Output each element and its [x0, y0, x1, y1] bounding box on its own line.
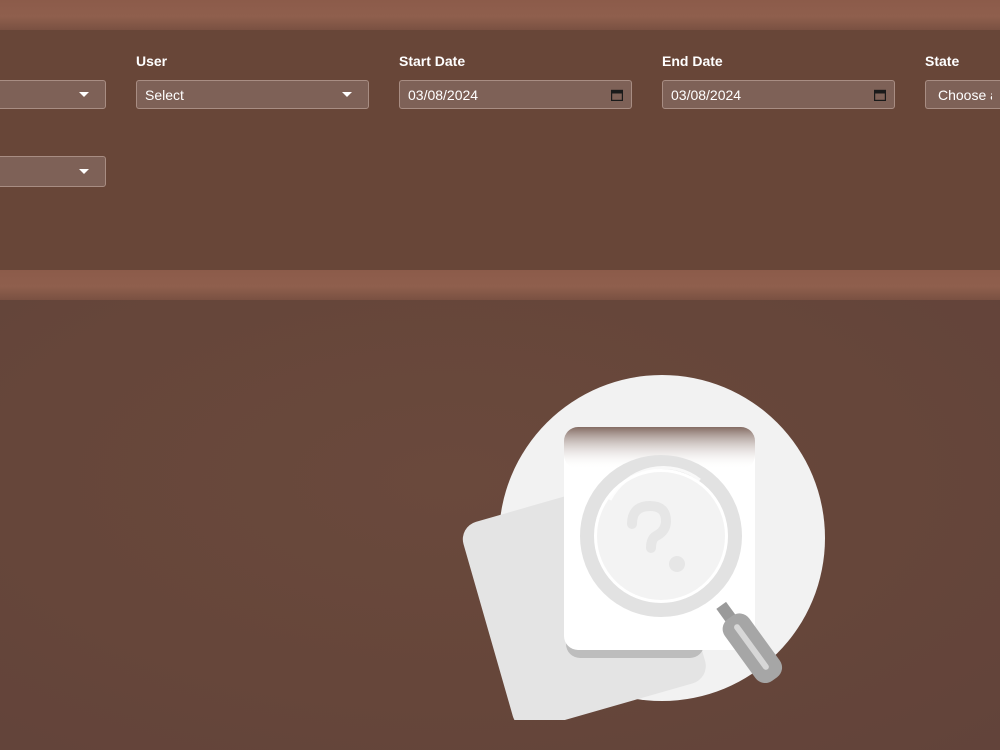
end-date-value: 03/08/2024 — [671, 86, 742, 103]
calendar-icon[interactable] — [874, 89, 886, 101]
first-filter-dropdown[interactable] — [0, 80, 106, 109]
user-select-value: Select — [145, 86, 184, 103]
user-select[interactable]: Select — [136, 80, 369, 109]
start-date-value: 03/08/2024 — [408, 86, 479, 103]
user-label: User — [136, 53, 168, 69]
state-select-value: Choose a — [938, 86, 992, 103]
chevron-down-icon — [342, 92, 352, 97]
top-header-band — [0, 0, 1000, 30]
start-date-label: Start Date — [399, 53, 466, 69]
results-header-band — [0, 270, 1000, 300]
end-date-input[interactable]: 03/08/2024 — [662, 80, 895, 109]
chevron-down-icon — [79, 92, 89, 97]
search-document-icon — [460, 370, 830, 730]
chevron-down-icon — [79, 169, 89, 174]
second-row-dropdown[interactable] — [0, 156, 106, 187]
start-date-input[interactable]: 03/08/2024 — [399, 80, 632, 109]
calendar-icon[interactable] — [611, 89, 623, 101]
state-select[interactable]: Choose a — [925, 80, 1000, 109]
end-date-label: End Date — [662, 53, 723, 69]
state-label: State — [925, 53, 960, 69]
